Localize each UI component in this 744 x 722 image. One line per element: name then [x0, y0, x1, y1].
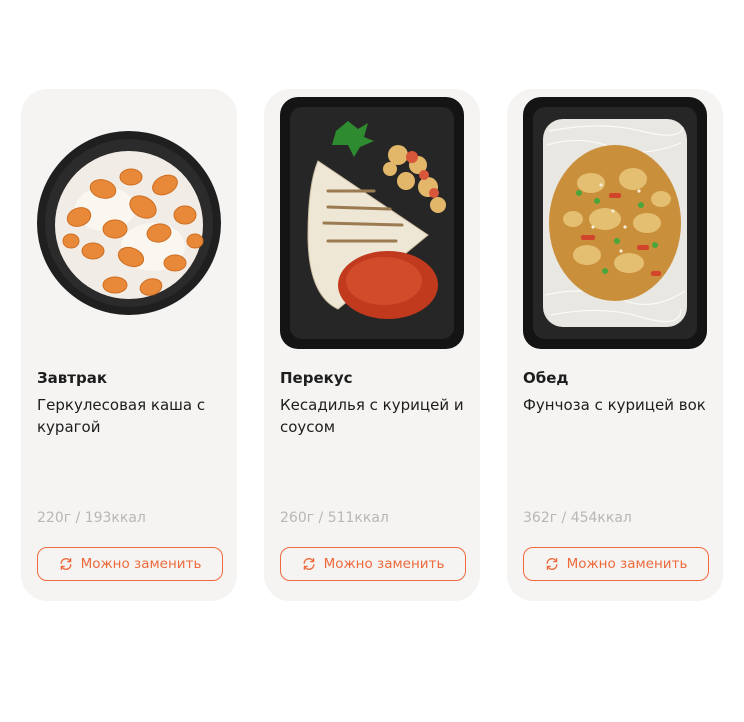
meal-card-snack[interactable]: Перекус Кесадилья с курицей и соусом 260… — [264, 89, 480, 601]
weight-calories: 362г / 454ккал — [523, 510, 632, 526]
dish-name: Фунчоза с курицей вок — [523, 396, 706, 414]
oatmeal-bowl-image — [35, 95, 223, 351]
meal-type: Перекус — [280, 369, 353, 387]
dish-name: Геркулесовая каша с курагой — [37, 396, 206, 436]
meal-type: Обед — [523, 369, 569, 387]
quesadilla-container-image — [278, 95, 466, 351]
replace-button[interactable]: Можно заменить — [280, 547, 466, 581]
weight-calories: 220г / 193ккал — [37, 510, 146, 526]
replace-button[interactable]: Можно заменить — [523, 547, 709, 581]
meal-cards: Завтрак Геркулесовая каша с курагой 220г… — [21, 89, 723, 601]
refresh-icon — [302, 557, 316, 571]
refresh-icon — [59, 557, 73, 571]
replace-button-label: Можно заменить — [80, 556, 202, 572]
refresh-icon — [545, 557, 559, 571]
meal-card-lunch[interactable]: Обед Фунчоза с курицей вок 362г / 454кка… — [507, 89, 723, 601]
replace-button-label: Можно заменить — [566, 556, 688, 572]
replace-button-label: Можно заменить — [323, 556, 445, 572]
meal-card-breakfast[interactable]: Завтрак Геркулесовая каша с курагой 220г… — [21, 89, 237, 601]
funchoza-container-image — [521, 95, 709, 351]
replace-button[interactable]: Можно заменить — [37, 547, 223, 581]
weight-calories: 260г / 511ккал — [280, 510, 389, 526]
dish-name: Кесадилья с курицей и соусом — [280, 396, 464, 436]
meal-type: Завтрак — [37, 369, 108, 387]
